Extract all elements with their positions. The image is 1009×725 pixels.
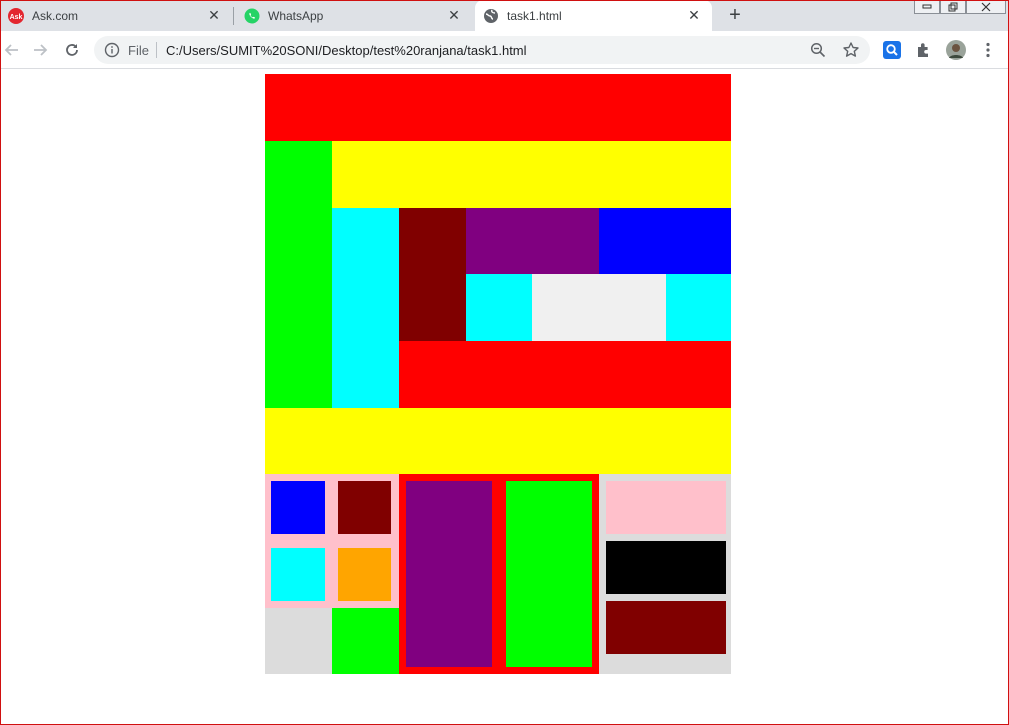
- svg-text:Ask: Ask: [10, 14, 23, 21]
- maroon-bar: [606, 601, 726, 654]
- upper-yellow-bar: [332, 141, 731, 208]
- scheme-label: File: [128, 43, 149, 58]
- blue-square: [271, 481, 325, 534]
- tab-title: Ask.com: [32, 8, 79, 23]
- cyan-cell-right: [666, 274, 731, 341]
- close-tab-icon[interactable]: ✕: [206, 7, 222, 24]
- zoom-out-icon[interactable]: [810, 42, 826, 58]
- green-cell: [332, 608, 399, 674]
- cyan-column: [332, 208, 399, 408]
- search-extension-icon[interactable]: [882, 40, 902, 60]
- ask-icon: Ask: [8, 7, 24, 24]
- restore-icon[interactable]: [940, 0, 966, 14]
- address-bar[interactable]: File C:/Users/SUMIT%20SONI/Desktop/test%…: [94, 36, 870, 64]
- page-viewport: [1, 70, 1008, 724]
- tab-title: WhatsApp: [268, 8, 324, 23]
- gray-cell: [265, 608, 332, 674]
- close-tab-icon[interactable]: ✕: [446, 7, 462, 24]
- close-window-icon[interactable]: [966, 0, 1006, 14]
- light-gray-cell: [532, 274, 666, 341]
- back-arrow-icon[interactable]: [0, 38, 24, 62]
- maroon-column: [399, 208, 466, 341]
- browser-toolbar: File C:/Users/SUMIT%20SONI/Desktop/test%…: [0, 31, 1009, 69]
- tab-separator: [233, 7, 234, 25]
- tab-ask[interactable]: Ask Ask.com ✕: [0, 0, 232, 31]
- left-green-column: [265, 141, 332, 408]
- minimize-icon[interactable]: [914, 0, 940, 14]
- omnibox-divider: [156, 42, 157, 58]
- extensions-puzzle-icon[interactable]: [914, 40, 934, 60]
- lower-yellow-bar: [265, 408, 731, 474]
- close-tab-icon[interactable]: ✕: [686, 7, 702, 24]
- info-icon[interactable]: [104, 42, 120, 58]
- blue-block: [599, 208, 731, 274]
- top-red-bar: [265, 74, 731, 141]
- green-tall-block: [506, 481, 592, 667]
- new-tab-button[interactable]: +: [724, 4, 746, 26]
- color-layout-grid: [265, 74, 731, 674]
- pink-bar: [606, 481, 726, 534]
- purple-block: [466, 208, 599, 274]
- globe-icon: [483, 8, 499, 24]
- orange-square: [338, 548, 391, 601]
- cyan-cell-left: [466, 274, 532, 341]
- cyan-square: [271, 548, 325, 601]
- whatsapp-icon: [244, 8, 260, 24]
- kebab-menu-icon[interactable]: [978, 40, 998, 60]
- bookmark-star-icon[interactable]: [842, 41, 860, 59]
- tab-strip: Ask Ask.com ✕ WhatsApp ✕ task1.html ✕ +: [0, 0, 1009, 31]
- black-bar: [606, 541, 726, 594]
- tab-task1[interactable]: task1.html ✕: [475, 0, 712, 31]
- reload-icon[interactable]: [60, 38, 84, 62]
- url-text[interactable]: C:/Users/SUMIT%20SONI/Desktop/test%20ran…: [166, 43, 527, 58]
- profile-avatar[interactable]: [946, 40, 966, 60]
- maroon-square: [338, 481, 391, 534]
- purple-tall-block: [406, 481, 492, 667]
- tab-whatsapp[interactable]: WhatsApp ✕: [236, 0, 472, 31]
- forward-arrow-icon[interactable]: [28, 38, 52, 62]
- middle-red-bar: [399, 341, 731, 408]
- tab-title: task1.html: [507, 8, 562, 23]
